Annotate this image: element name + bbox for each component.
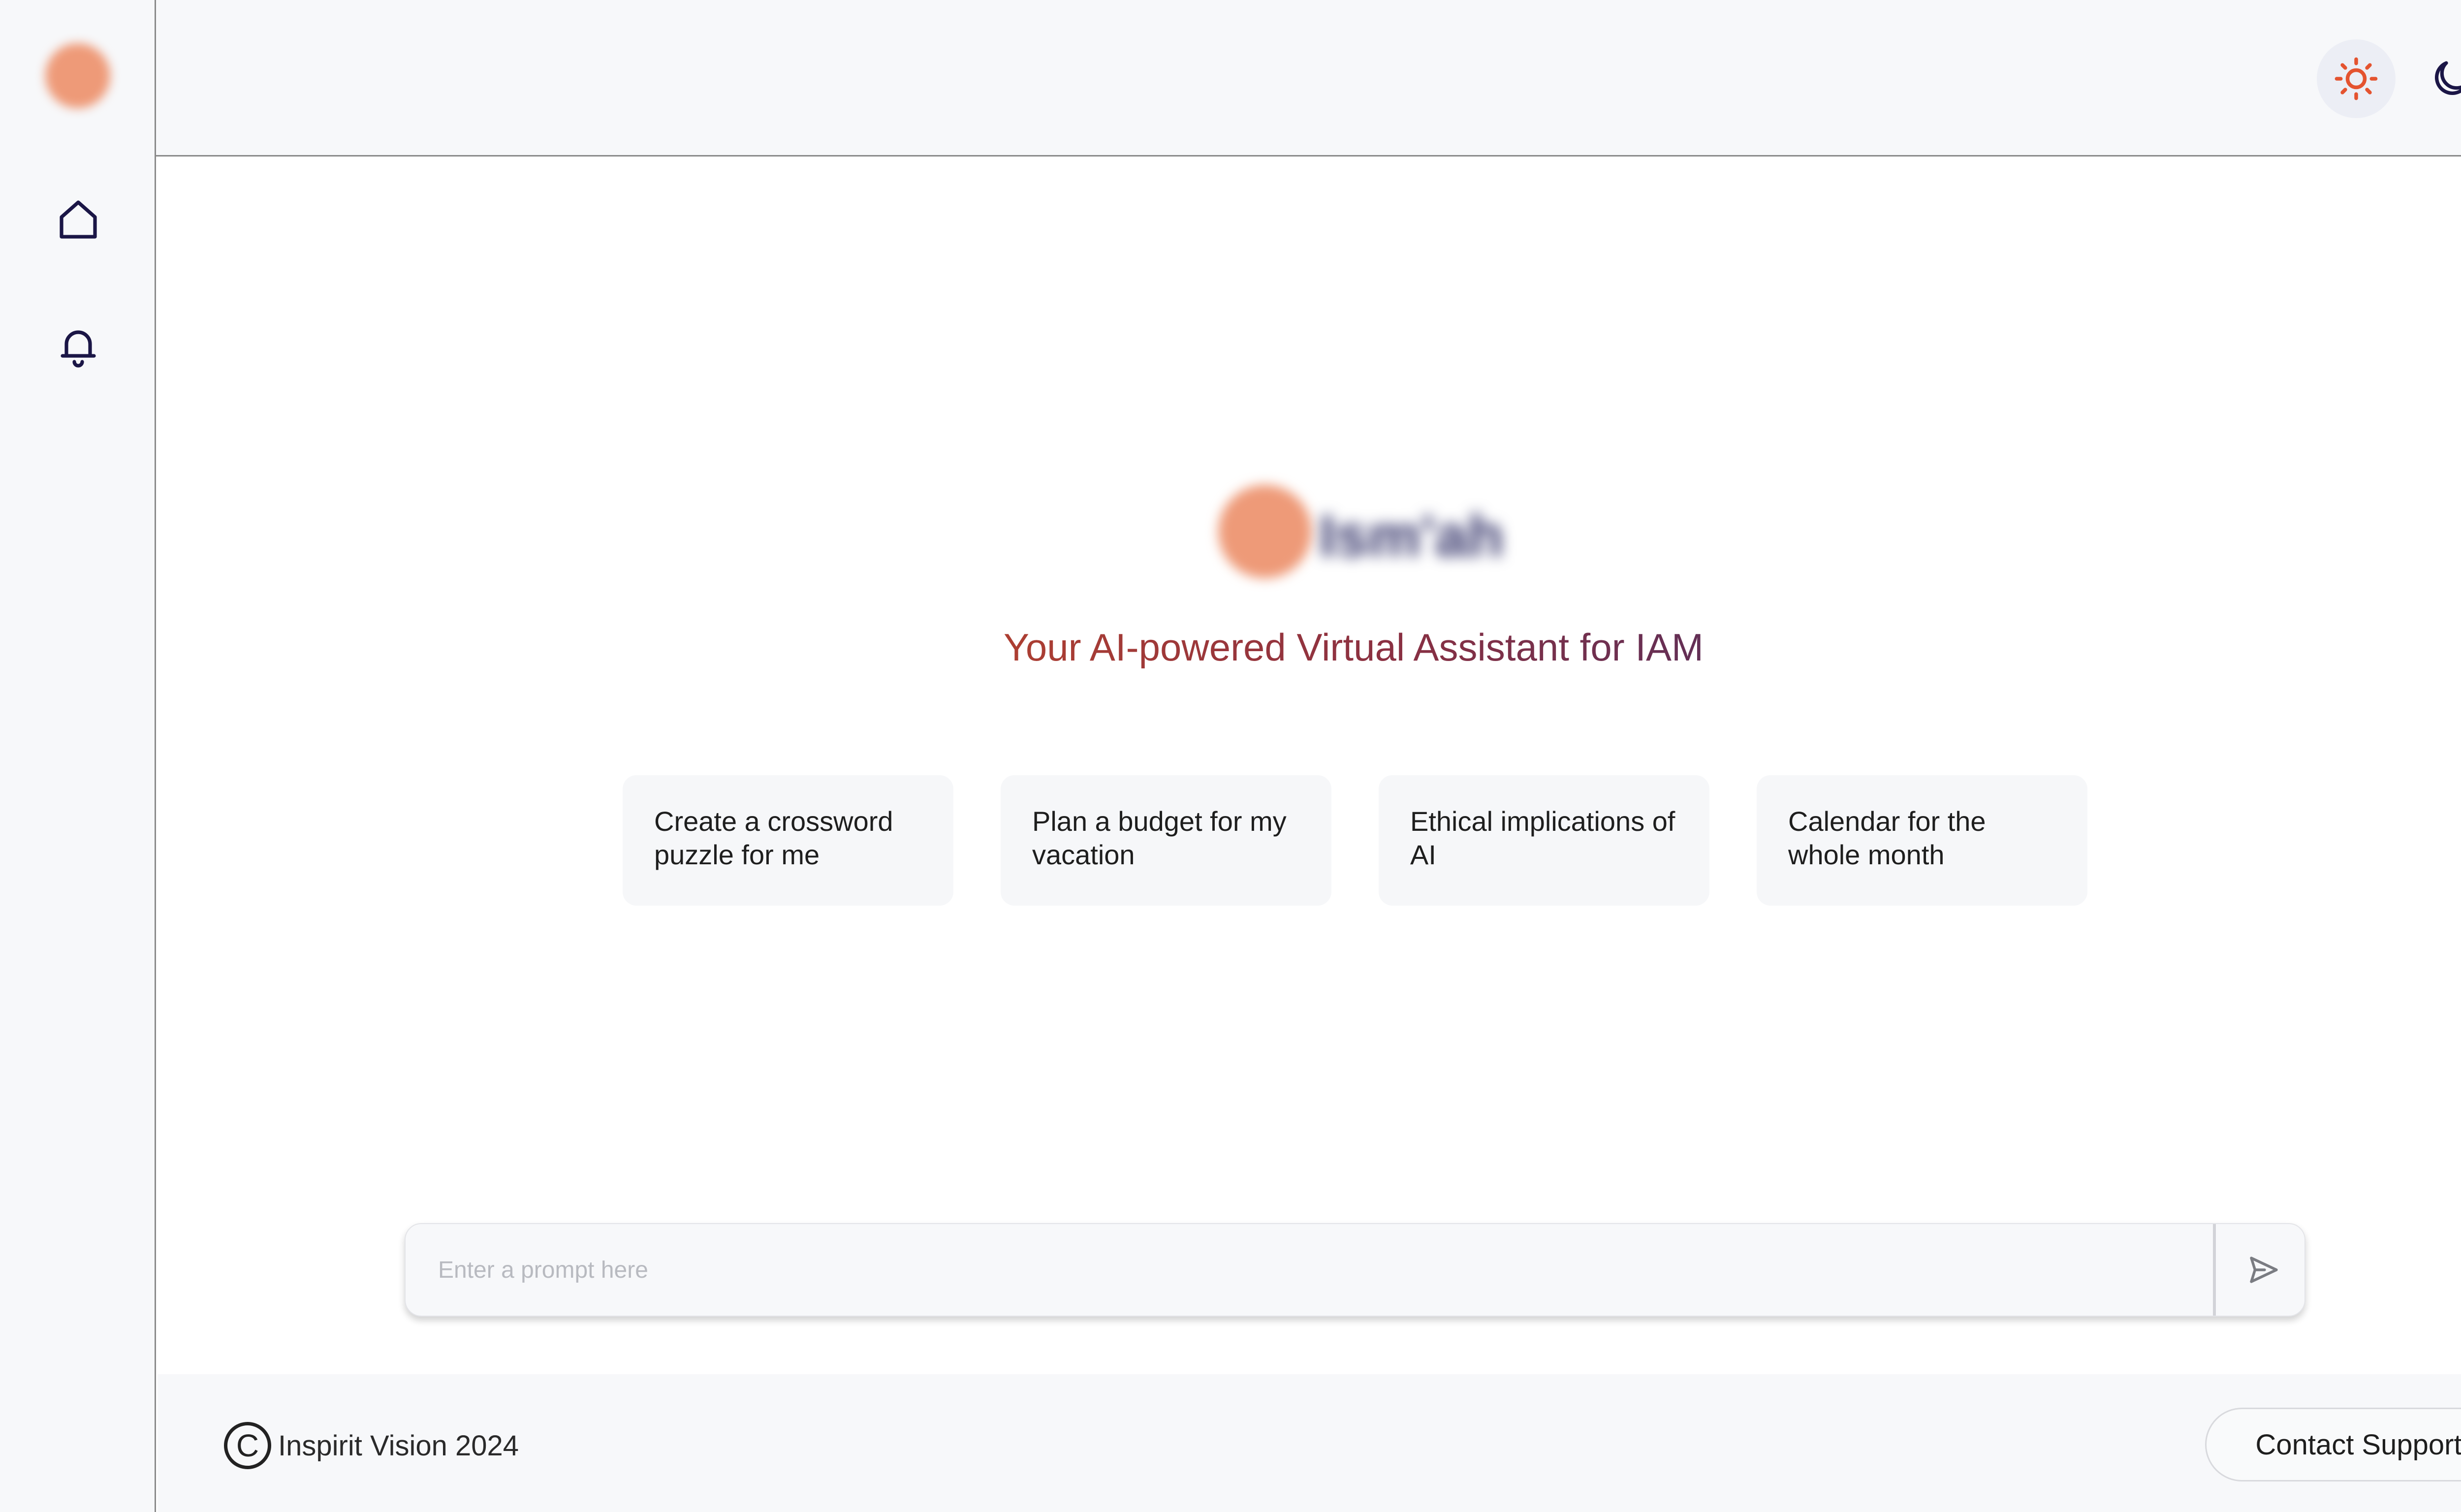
- home-icon[interactable]: [51, 193, 105, 247]
- send-button[interactable]: [2222, 1224, 2304, 1316]
- logo-wordmark: Ism'ah: [1319, 503, 1504, 569]
- sun-icon: [2335, 57, 2378, 100]
- bell-icon[interactable]: [51, 319, 105, 373]
- copyright-text: Inspirit Vision 2024: [278, 1429, 519, 1462]
- suggestion-card-ethics[interactable]: Ethical implications of AI: [1379, 775, 1709, 906]
- suggestion-card-crossword[interactable]: Create a crossword puzzle for me: [623, 775, 953, 906]
- page-tagline: Your AI-powered Virtual Assistant for IA…: [935, 625, 1772, 670]
- prompt-bar: [405, 1223, 2305, 1317]
- contact-support-button[interactable]: Contact Support: [2205, 1408, 2461, 1481]
- hero-logo: Ism'ah: [1216, 480, 1504, 578]
- copyright: C Inspirit Vision 2024: [224, 1421, 519, 1470]
- prompt-divider: [2213, 1224, 2216, 1316]
- moon-icon: [2434, 61, 2461, 95]
- suggestion-cards: Create a crossword puzzle for me Plan a …: [0, 775, 2461, 908]
- footer: C Inspirit Vision 2024 Contact Support: [158, 1374, 2461, 1512]
- app-logo-icon[interactable]: [45, 43, 110, 108]
- top-bar: [156, 0, 2461, 157]
- suggestion-card-budget[interactable]: Plan a budget for my vacation: [1001, 775, 1331, 906]
- prompt-input[interactable]: [406, 1224, 2212, 1316]
- send-icon: [2250, 1257, 2278, 1283]
- sidebar: [0, 0, 156, 1512]
- dark-mode-toggle[interactable]: [2422, 49, 2461, 108]
- suggestion-card-calendar[interactable]: Calendar for the whole month: [1757, 775, 2087, 906]
- light-mode-toggle[interactable]: [2317, 39, 2396, 118]
- copyright-icon: C: [224, 1422, 271, 1469]
